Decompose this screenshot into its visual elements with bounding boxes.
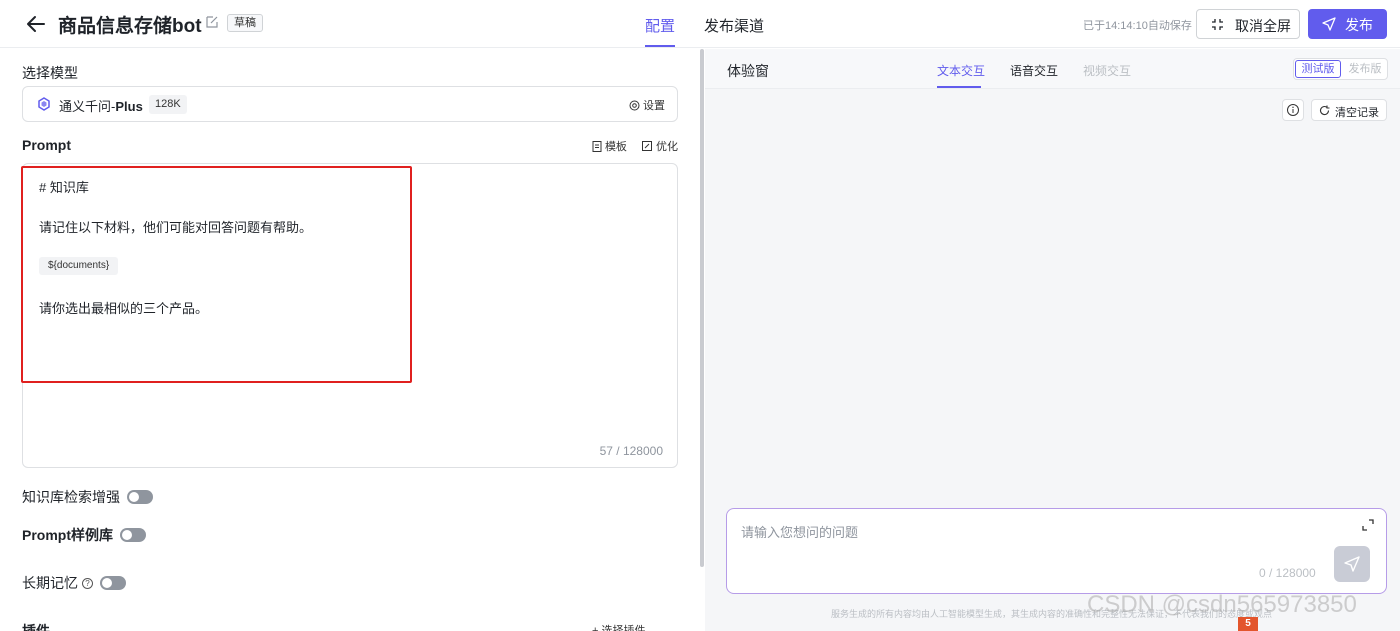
chat-char-count: 0 / 128000 <box>1259 566 1316 580</box>
prompt-examples-label: Prompt样例库 <box>22 527 113 543</box>
tab-voice-interaction[interactable]: 语音交互 <box>1010 62 1058 79</box>
knowledge-retrieval-row: 知识库检索增强 <box>22 487 153 507</box>
send-icon <box>1322 17 1336 31</box>
tab-text-interaction[interactable]: 文本交互 <box>937 62 985 79</box>
test-version-option[interactable]: 测试版 <box>1295 60 1341 78</box>
select-plugin-button[interactable]: + 选择插件 <box>592 622 645 631</box>
long-term-memory-row: 长期记忆 ? <box>22 573 126 593</box>
edit-icon[interactable] <box>205 15 219 29</box>
highlight-annotation-box <box>21 166 412 383</box>
info-button[interactable] <box>1282 99 1304 121</box>
prompt-actions: 模板 优化 <box>592 138 678 154</box>
info-icon <box>1287 104 1299 116</box>
config-panel: 选择模型 通义千问-Plus 128K 设置 Prompt 模板 优化 # 知识… <box>0 49 700 631</box>
tab-config[interactable]: 配置 <box>645 15 675 36</box>
publish-label: 发布 <box>1345 17 1373 33</box>
exit-fullscreen-button[interactable]: 取消全屏 <box>1196 9 1300 39</box>
knowledge-retrieval-label: 知识库检索增强 <box>22 489 120 505</box>
back-arrow-icon[interactable] <box>24 12 48 36</box>
model-settings-button[interactable]: 设置 <box>629 97 665 113</box>
long-term-memory-label: 长期记忆 <box>22 575 78 591</box>
model-context-tag: 128K <box>149 95 187 114</box>
bot-title: 商品信息存储bot <box>58 16 202 37</box>
watermark: CSDN @csdn565973850 <box>1087 591 1357 618</box>
top-bar: 商品信息存储bot 草稿 配置 发布渠道 已于14:14:10自动保存 取消全屏… <box>0 0 1400 48</box>
send-icon <box>1344 556 1360 572</box>
refresh-icon <box>1320 105 1330 116</box>
experience-header: 体验窗 文本交互 语音交互 视频交互 测试版 发布版 <box>705 49 1400 89</box>
qwen-logo-icon <box>38 97 50 111</box>
chat-input[interactable]: 请输入您想问的问题 0 / 128000 <box>726 508 1387 594</box>
active-tab-indicator <box>645 45 675 47</box>
tab-publish-channels[interactable]: 发布渠道 <box>704 15 764 36</box>
template-button[interactable]: 模板 <box>592 141 627 153</box>
prompt-char-count: 57 / 128000 <box>599 444 663 458</box>
optimize-icon <box>642 141 652 151</box>
plugin-label: 插件 <box>22 623 50 631</box>
clear-history-label: 清空记录 <box>1335 107 1379 119</box>
model-selector[interactable]: 通义千问-Plus 128K 设置 <box>22 86 678 122</box>
chat-input-placeholder: 请输入您想问的问题 <box>741 525 859 540</box>
experience-panel: 体验窗 文本交互 语音交互 视频交互 测试版 发布版 清空记录 请输入您想问的问… <box>705 49 1400 631</box>
exit-fullscreen-icon <box>1212 19 1223 30</box>
prompt-examples-toggle[interactable] <box>120 528 146 542</box>
knowledge-retrieval-toggle[interactable] <box>127 490 153 504</box>
send-button[interactable] <box>1334 546 1370 582</box>
config-scrollbar[interactable] <box>700 49 704 567</box>
experience-title: 体验窗 <box>727 63 769 79</box>
model-name: 通义千问-Plus <box>59 99 143 114</box>
exit-fullscreen-label: 取消全屏 <box>1235 18 1291 34</box>
version-switch: 测试版 发布版 <box>1293 58 1388 80</box>
prompt-examples-row: Prompt样例库 <box>22 525 146 545</box>
template-icon <box>592 141 602 152</box>
expand-icon[interactable] <box>1362 519 1374 531</box>
tab-video-interaction[interactable]: 视频交互 <box>1083 62 1131 79</box>
gear-icon <box>629 100 640 111</box>
model-settings-label: 设置 <box>643 100 665 112</box>
optimize-button[interactable]: 优化 <box>642 141 678 153</box>
active-tab-indicator <box>937 86 981 88</box>
model-section-label: 选择模型 <box>22 65 78 81</box>
release-version-option[interactable]: 发布版 <box>1344 60 1386 78</box>
publish-button[interactable]: 发布 <box>1308 9 1387 39</box>
draft-badge: 草稿 <box>227 14 263 32</box>
clear-history-button[interactable]: 清空记录 <box>1311 99 1387 121</box>
help-icon[interactable]: ? <box>82 577 93 589</box>
prompt-label: Prompt <box>22 137 71 153</box>
long-term-memory-toggle[interactable] <box>100 576 126 590</box>
autosave-status: 已于14:14:10自动保存 <box>1083 20 1192 32</box>
html5-badge-icon: 5 <box>1238 617 1258 631</box>
